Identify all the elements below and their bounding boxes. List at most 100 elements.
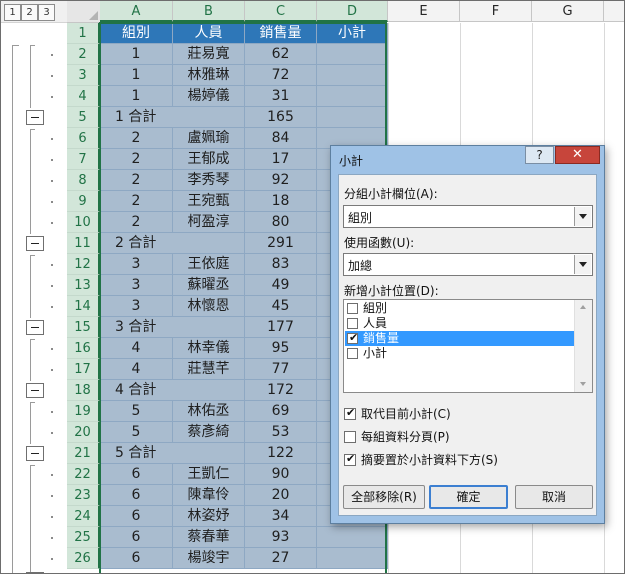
- cancel-button[interactable]: 取消: [515, 485, 593, 509]
- cell[interactable]: [317, 107, 388, 128]
- collapse-group-2-button[interactable]: [26, 236, 44, 251]
- cell[interactable]: 92: [245, 170, 317, 191]
- add-subtotal-listbox[interactable]: 組別 人員 ✔ 銷售量 小計: [343, 299, 593, 393]
- cell[interactable]: 楊婷儀: [173, 86, 245, 107]
- ok-button[interactable]: 確定: [429, 485, 508, 509]
- cell[interactable]: 1: [100, 65, 173, 86]
- scroll-down-icon[interactable]: [580, 382, 586, 386]
- cell[interactable]: 蔡春華: [173, 527, 245, 548]
- cell[interactable]: 3: [100, 296, 173, 317]
- cell[interactable]: 5: [100, 401, 173, 422]
- list-item[interactable]: 組別: [345, 301, 574, 316]
- cell[interactable]: 莊易寬: [173, 44, 245, 65]
- cell[interactable]: 林懷恩: [173, 296, 245, 317]
- cell[interactable]: 2: [100, 128, 173, 149]
- row-header[interactable]: 25: [67, 527, 100, 548]
- dropdown-arrow-icon[interactable]: [574, 255, 591, 274]
- cell[interactable]: 20: [245, 485, 317, 506]
- checkbox[interactable]: ✔: [344, 406, 356, 420]
- listbox-scrollbar[interactable]: [574, 300, 592, 392]
- subtotal-label-cell[interactable]: 1 合計: [100, 107, 245, 128]
- cell[interactable]: 84: [245, 128, 317, 149]
- subtotal-value-cell[interactable]: 177: [245, 317, 317, 338]
- row-header[interactable]: 24: [67, 506, 100, 527]
- cell[interactable]: 3: [100, 254, 173, 275]
- cell[interactable]: [317, 44, 388, 65]
- row-header[interactable]: 5: [67, 107, 100, 128]
- cell[interactable]: 盧姵瑜: [173, 128, 245, 149]
- subtotal-value-cell[interactable]: 122: [245, 443, 317, 464]
- cell[interactable]: 王宛甄: [173, 191, 245, 212]
- row-header[interactable]: 26: [67, 548, 100, 569]
- cell[interactable]: 77: [245, 359, 317, 380]
- select-all-corner[interactable]: [67, 1, 101, 23]
- column-header-h[interactable]: [604, 1, 624, 22]
- cell[interactable]: [317, 527, 388, 548]
- cell[interactable]: 62: [245, 44, 317, 65]
- cell[interactable]: 4: [100, 338, 173, 359]
- cell[interactable]: 17: [245, 149, 317, 170]
- checkbox[interactable]: ✔: [344, 452, 356, 466]
- cell[interactable]: 王郁成: [173, 149, 245, 170]
- subtotal-value-cell[interactable]: 165: [245, 107, 317, 128]
- column-header-f[interactable]: F: [460, 1, 532, 22]
- group-field-select[interactable]: 組別: [343, 205, 593, 228]
- row-header[interactable]: 16: [67, 338, 100, 359]
- cell[interactable]: 6: [100, 464, 173, 485]
- subtotal-value-cell[interactable]: 172: [245, 380, 317, 401]
- row-header[interactable]: 12: [67, 254, 100, 275]
- collapse-group-3-button[interactable]: [26, 320, 44, 335]
- cell[interactable]: 72: [245, 65, 317, 86]
- cell[interactable]: 2: [100, 170, 173, 191]
- cell[interactable]: 93: [245, 527, 317, 548]
- checkbox[interactable]: [347, 318, 358, 329]
- cell[interactable]: 45: [245, 296, 317, 317]
- row-header[interactable]: 13: [67, 275, 100, 296]
- row-header[interactable]: 14: [67, 296, 100, 317]
- row-header[interactable]: 6: [67, 128, 100, 149]
- cell[interactable]: 69: [245, 401, 317, 422]
- cell[interactable]: 楊竣宇: [173, 548, 245, 569]
- outline-level-1-button[interactable]: 1: [4, 4, 21, 21]
- subtotal-label-cell[interactable]: 4 合計: [100, 380, 245, 401]
- row-header[interactable]: 3: [67, 65, 100, 86]
- row-header[interactable]: 9: [67, 191, 100, 212]
- cell[interactable]: 27: [245, 548, 317, 569]
- checkbox[interactable]: [347, 348, 358, 359]
- cell[interactable]: 49: [245, 275, 317, 296]
- cell[interactable]: 90: [245, 464, 317, 485]
- cell[interactable]: 王依庭: [173, 254, 245, 275]
- cell[interactable]: 銷售量: [245, 23, 317, 44]
- cell[interactable]: 31: [245, 86, 317, 107]
- dropdown-arrow-icon[interactable]: [574, 207, 591, 226]
- column-header-a[interactable]: A: [100, 1, 173, 22]
- list-item[interactable]: ✔ 銷售量: [345, 331, 574, 346]
- scroll-up-icon[interactable]: [580, 305, 586, 309]
- row-header[interactable]: 18: [67, 380, 100, 401]
- row-header[interactable]: 10: [67, 212, 100, 233]
- row-header[interactable]: 23: [67, 485, 100, 506]
- checkbox[interactable]: [347, 303, 358, 314]
- row-header[interactable]: 1: [67, 23, 100, 44]
- row-header[interactable]: 2: [67, 44, 100, 65]
- function-select[interactable]: 加總: [343, 253, 593, 276]
- row-header[interactable]: 4: [67, 86, 100, 107]
- cell[interactable]: 5: [100, 422, 173, 443]
- cell[interactable]: 林佑丞: [173, 401, 245, 422]
- subtotal-label-cell[interactable]: 2 合計: [100, 233, 245, 254]
- help-button[interactable]: ?: [525, 146, 554, 164]
- cell[interactable]: 李秀琴: [173, 170, 245, 191]
- row-header[interactable]: 17: [67, 359, 100, 380]
- subtotal-label-cell[interactable]: 5 合計: [100, 443, 245, 464]
- cell[interactable]: 4: [100, 359, 173, 380]
- list-item[interactable]: 小計: [345, 346, 574, 361]
- cell[interactable]: 1: [100, 44, 173, 65]
- cell[interactable]: 2: [100, 191, 173, 212]
- cell[interactable]: 6: [100, 527, 173, 548]
- column-header-b[interactable]: B: [173, 1, 245, 22]
- cell[interactable]: 陳韋伶: [173, 485, 245, 506]
- remove-all-button[interactable]: 全部移除(R): [343, 485, 425, 509]
- cell[interactable]: 6: [100, 485, 173, 506]
- list-item[interactable]: 人員: [345, 316, 574, 331]
- row-header[interactable]: 22: [67, 464, 100, 485]
